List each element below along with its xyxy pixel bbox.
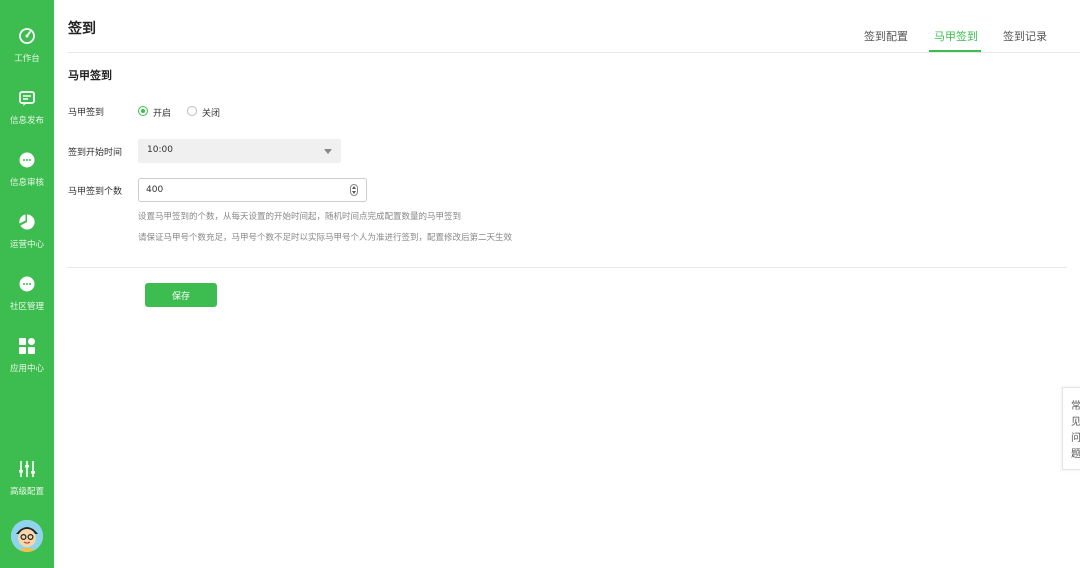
vest-checkin-label: 马甲签到: [68, 108, 105, 118]
number-stepper-icon[interactable]: [350, 184, 358, 196]
tab-checkin-records[interactable]: 签到记录: [1003, 28, 1047, 44]
faq-char: 见: [1071, 417, 1080, 428]
vest-count-label: 马甲签到个数: [68, 187, 123, 197]
sidebar-item-label: 高级配置: [9, 487, 44, 497]
sidebar-item-operations[interactable]: 运营中心: [0, 213, 54, 263]
faq-char: 常: [1071, 401, 1080, 412]
chevron-down-icon: [324, 149, 332, 154]
vest-count-field: [138, 178, 367, 202]
header-divider: [68, 52, 1080, 53]
tab-vest-checkin[interactable]: 马甲签到: [934, 28, 978, 44]
save-button[interactable]: 保存: [145, 283, 217, 307]
radio-dot: [138, 106, 148, 116]
avatar-image: [11, 520, 43, 552]
page-title: 签到: [68, 21, 96, 37]
sidebar-item-advanced-config[interactable]: 高级配置: [0, 460, 54, 510]
sidebar-item-label: 信息发布: [9, 116, 44, 126]
avatar[interactable]: [11, 520, 43, 552]
sidebar-item-apps[interactable]: 应用中心: [0, 337, 54, 387]
sidebar-item-label: 运营中心: [9, 240, 44, 250]
main-content: 签到 签到配置 马甲签到 签到记录 马甲签到 马甲签到 开启 关闭 签到开始时间…: [54, 0, 1080, 568]
tab-checkin-config[interactable]: 签到配置: [864, 28, 908, 44]
sliders-icon: [19, 461, 35, 477]
radio-dot: [187, 106, 197, 116]
sidebar-item-label: 应用中心: [9, 364, 44, 374]
faq-char: 题: [1071, 449, 1080, 460]
sidebar-item-workbench[interactable]: 工作台: [0, 27, 54, 77]
radio-label: 关闭: [202, 109, 221, 119]
faq-floating-button[interactable]: 常 见 问 题: [1062, 387, 1080, 470]
vest-count-input[interactable]: [146, 183, 336, 197]
sidebar-item-publish[interactable]: 信息发布: [0, 89, 54, 139]
sidebar-item-label: 工作台: [14, 54, 40, 64]
section-title: 马甲签到: [68, 69, 112, 82]
community-chat-icon: [19, 276, 35, 292]
apps-grid-icon: [19, 338, 35, 354]
publish-icon: [19, 91, 35, 106]
dashboard-icon: [19, 28, 35, 44]
start-time-label: 签到开始时间: [68, 148, 123, 158]
sidebar-item-community[interactable]: 社区管理: [0, 275, 54, 325]
sidebar-item-label: 社区管理: [9, 302, 44, 312]
review-chat-icon: [19, 152, 35, 168]
faq-char: 问: [1071, 433, 1080, 444]
sidebar-item-review[interactable]: 信息审核: [0, 151, 54, 201]
hint-text: 请保证马甲号个数充足，马甲号个数不足时以实际马甲号个人为准进行签到，配置修改后第…: [138, 233, 513, 243]
operations-icon: [19, 214, 35, 230]
radio-label: 开启: [153, 109, 172, 119]
sidebar: 工作台 信息发布 信息审核 运营中心 社区管理 应用中心 高级配置: [0, 0, 54, 568]
sidebar-item-label: 信息审核: [9, 178, 44, 188]
start-time-value: 10:00: [147, 145, 173, 155]
start-time-select[interactable]: 10:00: [138, 139, 341, 163]
tab-bar: 签到配置 马甲签到 签到记录: [850, 20, 1080, 52]
form-divider: [67, 267, 1067, 268]
hint-text: 设置马甲签到的个数，从每天设置的开始时间起，随机时间点完成配置数量的马甲签到: [138, 212, 462, 222]
